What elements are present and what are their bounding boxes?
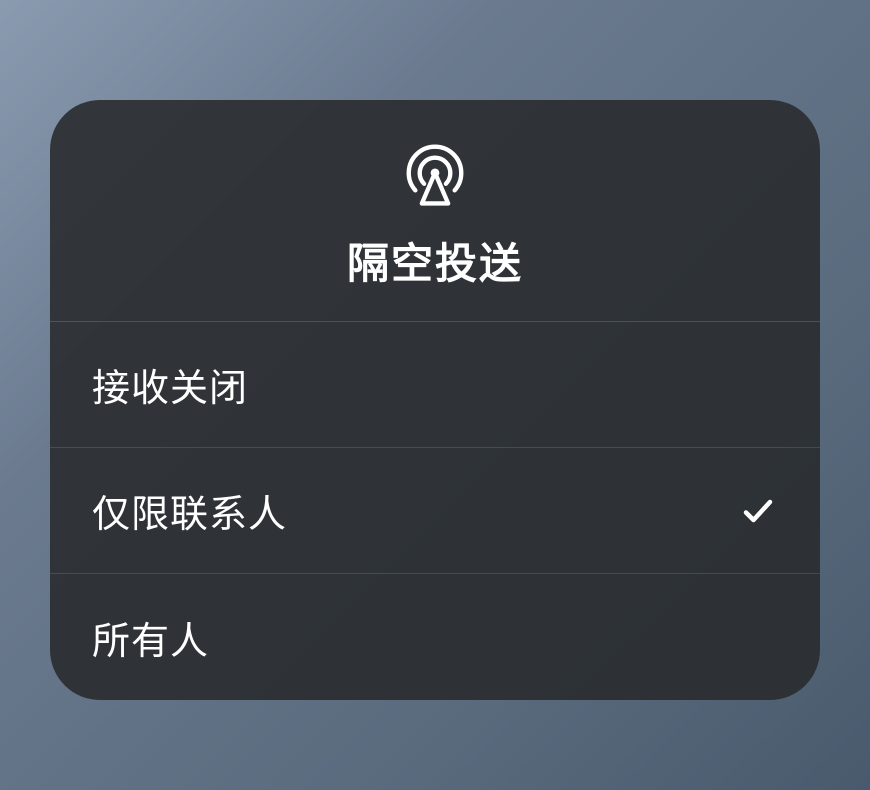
option-label: 仅限联系人	[92, 483, 287, 538]
option-label: 所有人	[92, 610, 209, 665]
checkmark-icon	[738, 491, 778, 531]
panel-header: 隔空投送	[50, 100, 820, 322]
option-label: 接收关闭	[92, 357, 248, 412]
option-contacts-only[interactable]: 仅限联系人	[50, 448, 820, 574]
airdrop-panel: 隔空投送 接收关闭 仅限联系人 所有人	[50, 100, 820, 700]
airdrop-icon	[400, 140, 470, 210]
panel-title: 隔空投送	[347, 230, 523, 291]
option-everyone[interactable]: 所有人	[50, 574, 820, 700]
option-receiving-off[interactable]: 接收关闭	[50, 322, 820, 448]
